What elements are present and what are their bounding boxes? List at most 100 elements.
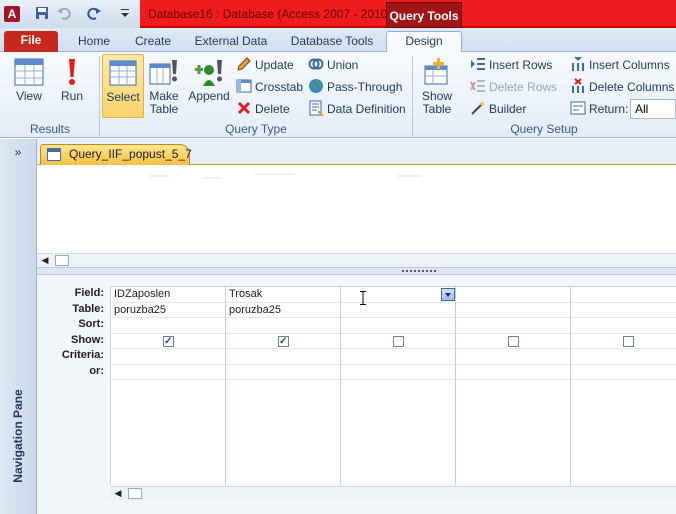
show-checkbox[interactable] xyxy=(278,334,289,349)
or-cell[interactable] xyxy=(111,365,225,380)
tab-external-data[interactable]: External Data xyxy=(193,32,269,52)
or-cell[interactable] xyxy=(571,365,676,380)
table-pane[interactable]: ◀ xyxy=(37,165,676,267)
return-label-area: Return: xyxy=(570,99,628,119)
scroll-left-arrow-icon[interactable]: ◀ xyxy=(111,487,125,500)
document-tab[interactable]: Query_IIF_popust_5_7 xyxy=(40,144,192,165)
render-artifact xyxy=(397,175,421,177)
make-table-button[interactable]: Make Table xyxy=(146,54,182,118)
criteria-cell[interactable] xyxy=(571,349,676,365)
pass-through-button[interactable]: Pass-Through xyxy=(308,77,402,97)
field-cell[interactable] xyxy=(571,287,676,303)
table-cell[interactable] xyxy=(456,303,570,318)
table-cell[interactable] xyxy=(341,303,455,318)
grid-column xyxy=(571,287,676,485)
scroll-thumb[interactable] xyxy=(55,255,69,266)
render-artifact xyxy=(149,175,169,177)
upper-horizontal-scrollbar[interactable]: ◀ xyxy=(37,253,676,267)
show-cell xyxy=(341,334,455,349)
render-artifact xyxy=(255,173,295,175)
save-icon[interactable] xyxy=(34,6,50,22)
data-definition-button[interactable]: Data Definition xyxy=(308,99,406,119)
grid-horizontal-scrollbar[interactable]: ◀ xyxy=(110,486,676,500)
insert-columns-icon xyxy=(570,56,586,72)
grid-column xyxy=(341,287,456,485)
delete-columns-label: Delete Columns xyxy=(589,80,675,94)
or-cell[interactable] xyxy=(456,365,570,380)
row-label-or: or: xyxy=(89,364,104,377)
union-button[interactable]: Union xyxy=(308,55,358,75)
table-cell[interactable]: poruzba25 xyxy=(111,303,225,318)
customize-qat-icon[interactable] xyxy=(120,6,130,22)
exclamation-run-icon xyxy=(56,56,88,88)
view-button[interactable]: View xyxy=(8,54,50,118)
delete-columns-button[interactable]: Delete Columns xyxy=(570,77,674,97)
scroll-thumb[interactable] xyxy=(128,488,142,499)
access-app-icon[interactable]: A xyxy=(4,6,20,22)
show-checkbox[interactable] xyxy=(623,335,634,347)
table-cell[interactable] xyxy=(571,303,676,318)
window-title: Database16 : Database (Access 2007 - 201… xyxy=(148,7,392,21)
redo-icon[interactable] xyxy=(86,6,102,22)
or-cell[interactable] xyxy=(341,365,455,380)
delete-rows-button[interactable]: Delete Rows xyxy=(470,77,557,97)
tab-home[interactable]: Home xyxy=(74,32,114,52)
builder-label: Builder xyxy=(489,102,527,116)
field-cell[interactable]: Trosak xyxy=(226,287,340,303)
show-checkbox[interactable] xyxy=(163,334,174,349)
query-tools-context-header: Query Tools xyxy=(386,2,462,28)
sort-cell[interactable] xyxy=(571,318,676,334)
sort-cell[interactable] xyxy=(226,318,340,334)
criteria-cell[interactable] xyxy=(341,349,455,365)
tab-design[interactable]: Design xyxy=(386,31,462,53)
document-tab-bar: Query_IIF_popust_5_7 xyxy=(37,139,676,165)
sort-cell[interactable] xyxy=(341,318,455,334)
show-checkbox[interactable] xyxy=(508,335,519,347)
expand-nav-chevron-icon[interactable]: » xyxy=(6,143,30,161)
show-table-label-2: Table xyxy=(422,102,452,116)
run-button[interactable]: Run xyxy=(54,54,90,118)
grid-column: Trosak poruzba25 xyxy=(226,287,341,485)
append-button[interactable]: Append xyxy=(186,54,232,118)
builder-button[interactable]: Builder xyxy=(470,99,526,119)
row-label-sort: Sort: xyxy=(78,318,104,330)
select-query-button[interactable]: Select xyxy=(102,54,144,118)
return-combo[interactable]: All xyxy=(630,99,676,119)
run-label: Run xyxy=(60,89,83,103)
pane-splitter[interactable] xyxy=(37,267,676,275)
tab-create[interactable]: Create xyxy=(132,32,174,52)
criteria-cell[interactable] xyxy=(111,349,225,365)
append-label: Append xyxy=(188,89,230,103)
document-tab-title: Query_IIF_popust_5_7 xyxy=(69,147,192,161)
tab-database-tools[interactable]: Database Tools xyxy=(290,32,374,52)
data-definition-label: Data Definition xyxy=(327,102,406,116)
insert-columns-button[interactable]: Insert Columns xyxy=(570,55,670,75)
crosstab-button[interactable]: Crosstab xyxy=(236,77,303,97)
row-label-show: Show: xyxy=(71,333,104,346)
sort-cell[interactable] xyxy=(111,318,225,334)
insert-rows-button[interactable]: Insert Rows xyxy=(470,55,552,75)
field-dropdown-arrow-icon[interactable] xyxy=(441,288,455,301)
sort-cell[interactable] xyxy=(456,318,570,334)
update-button[interactable]: Update xyxy=(236,55,294,75)
ibeam-cursor-icon xyxy=(360,291,366,305)
table-cell[interactable]: poruzba25 xyxy=(226,303,340,318)
field-cell[interactable] xyxy=(456,287,570,303)
crosstab-icon xyxy=(236,78,252,94)
undo-icon[interactable] xyxy=(56,6,72,22)
tab-file[interactable]: File xyxy=(4,31,58,52)
field-cell[interactable] xyxy=(341,287,455,303)
show-checkbox[interactable] xyxy=(393,335,404,347)
navigation-pane[interactable]: » Navigation Pane xyxy=(0,139,37,514)
scroll-left-arrow-icon[interactable]: ◀ xyxy=(38,254,52,267)
delete-query-button[interactable]: Delete xyxy=(236,99,290,119)
field-cell[interactable]: IDZaposlen xyxy=(111,287,225,303)
query-object-icon xyxy=(47,148,61,161)
criteria-cell[interactable] xyxy=(226,349,340,365)
splitter-grip[interactable] xyxy=(402,270,436,272)
ribbon-tab-row: File Home Create External Data Database … xyxy=(0,28,676,53)
or-cell[interactable] xyxy=(226,365,340,380)
append-icon xyxy=(193,56,225,88)
show-table-button[interactable]: Show Table xyxy=(416,54,458,118)
criteria-cell[interactable] xyxy=(456,349,570,365)
